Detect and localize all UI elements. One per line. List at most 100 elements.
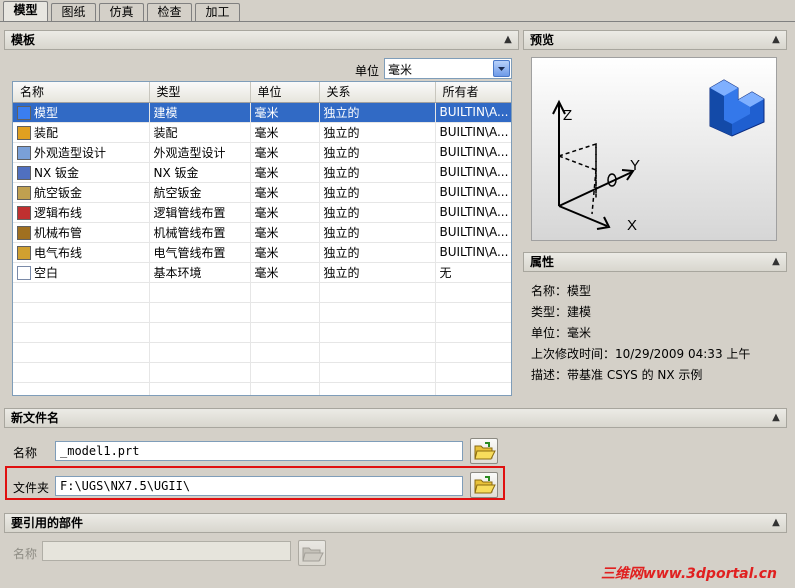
unit-select[interactable]: 毫米 [384,58,512,79]
table-cell-owner: BUILTIN\A... [435,102,511,123]
table-cell-owner: BUILTIN\A... [435,202,511,223]
table-cell-unit: 毫米 [250,242,320,263]
table-cell-relation: 独立的 [319,262,436,283]
table-cell-relation: 独立的 [319,142,436,163]
model-block-icon [709,79,765,137]
logical-routing-icon [17,205,31,220]
collapse-icon[interactable]: ▲ [501,33,515,47]
property-name-row: 名称：模型 [531,282,591,299]
collapse-icon[interactable]: ▲ [769,255,783,269]
cell-text: 装配 [34,125,59,140]
cell-text: BUILTIN\A... [439,125,509,139]
collapse-icon[interactable]: ▲ [769,411,783,425]
properties-section-header[interactable]: 属性 ▲ [523,252,787,272]
empty-row [13,322,511,343]
template-section-header[interactable]: 模板 ▲ [4,30,519,50]
table-cell-name: 装配 [13,122,150,143]
table-row[interactable]: 装配 装配 毫米 独立的 BUILTIN\A... [13,122,511,143]
reference-browse-button[interactable] [298,540,326,566]
cell-text: 逻辑布线 [34,205,83,220]
sheet-metal-icon [17,165,31,180]
reference-name-input[interactable] [42,541,291,561]
cell-text: 毫米 [254,145,279,160]
watermark: 三维网www.3dportal.cn [600,566,777,582]
table-cell-unit: 毫米 [250,262,320,283]
property-description-row: 描述：带基准 CSYS 的 NX 示例 [531,366,702,383]
column-header-relation[interactable]: 关系 [319,82,436,103]
table-row[interactable]: 航空钣金 航空钣金 毫米 独立的 BUILTIN\A... [13,182,511,203]
reference-name-label: 名称 [13,547,38,561]
empty-cell [149,362,251,383]
cell-text: 空白 [34,265,59,280]
property-name-value: 模型 [567,284,592,298]
table-cell-owner: BUILTIN\A... [435,242,511,263]
property-modified-value: 10/29/2009 04:33 上午 [615,347,751,361]
table-row[interactable]: 空白 基本环境 毫米 独立的 无 [13,262,511,283]
collapse-icon[interactable]: ▲ [769,516,783,530]
empty-row [13,342,511,363]
cell-text: NX 钣金 [153,165,199,180]
cell-text: NX 钣金 [34,165,80,180]
assembly-icon [17,125,31,140]
table-row[interactable]: 电气布线 电气管线布置 毫米 独立的 BUILTIN\A... [13,242,511,263]
tab-manufacturing[interactable]: 加工 [195,3,240,22]
column-header-unit[interactable]: 单位 [250,82,320,103]
empty-cell [13,382,150,395]
tab-inspection[interactable]: 检查 [147,3,192,22]
cell-text: 毫米 [254,165,279,180]
property-type-value: 建模 [567,305,592,319]
browse-folder-button[interactable] [470,472,498,498]
empty-row [13,282,511,303]
table-cell-name: 外观造型设计 [13,142,150,163]
template-section-title: 模板 [11,33,36,47]
x-axis-label: X [627,217,637,234]
collapse-icon[interactable]: ▲ [769,33,783,47]
cell-text: BUILTIN\A... [439,245,509,259]
table-row[interactable]: 逻辑布线 逻辑管线布置 毫米 独立的 BUILTIN\A... [13,202,511,223]
tab-model[interactable]: 模型 [3,1,48,22]
table-cell-unit: 毫米 [250,182,320,203]
z-axis-label: Z [563,107,572,124]
table-row[interactable]: 机械布管 机械管线布置 毫米 独立的 BUILTIN\A... [13,222,511,243]
new-file-section-header[interactable]: 新文件名 ▲ [4,408,787,428]
cell-text: 基本环境 [153,265,202,280]
property-unit-value: 毫米 [567,326,592,340]
empty-cell [319,302,436,323]
column-header-name[interactable]: 名称 [13,82,150,103]
file-name-input[interactable]: _model1.prt [55,441,463,461]
cell-text: 机械布管 [34,225,83,240]
browse-name-button[interactable] [470,438,498,464]
cell-text: 独立的 [323,105,360,120]
column-header-type[interactable]: 类型 [149,82,251,103]
folder-input[interactable]: F:\UGS\NX7.5\UGII\ [55,476,463,496]
tab-simulation[interactable]: 仿真 [99,3,144,22]
tab-drawing[interactable]: 图纸 [51,3,96,22]
property-unit-row: 单位：毫米 [531,324,591,341]
empty-cell [250,322,320,343]
unit-select-value: 毫米 [388,63,413,77]
reference-section-header[interactable]: 要引用的部件 ▲ [4,513,787,533]
cell-text: 电气布线 [34,245,83,260]
cell-text: 毫米 [254,205,279,220]
tab-divider [0,21,795,22]
table-row[interactable]: 外观造型设计 外观造型设计 毫米 独立的 BUILTIN\A... [13,142,511,163]
table-row[interactable]: NX 钣金 NX 钣金 毫米 独立的 BUILTIN\A... [13,162,511,183]
column-header-owner[interactable]: 所有者 [435,82,511,103]
table-cell-type: 装配 [149,122,251,143]
cell-text: 毫米 [254,105,279,120]
cell-text: BUILTIN\A... [439,145,509,159]
file-name-label: 名称 [13,446,38,460]
cell-text: 独立的 [323,245,360,260]
preview-section-header[interactable]: 预览 ▲ [523,30,787,50]
property-type-label: 类型： [531,305,568,319]
table-cell-name: 机械布管 [13,222,150,243]
table-cell-owner: BUILTIN\A... [435,162,511,183]
table-row[interactable]: 模型 建模 毫米 独立的 BUILTIN\A... [13,102,511,123]
cell-text: 毫米 [254,225,279,240]
empty-cell [250,282,320,303]
electrical-routing-icon [17,245,31,260]
tab-bar: 模型 图纸 仿真 检查 加工 [0,0,795,22]
table-cell-owner: BUILTIN\A... [435,222,511,243]
chevron-down-icon[interactable] [493,60,510,77]
cell-text: 毫米 [254,245,279,260]
